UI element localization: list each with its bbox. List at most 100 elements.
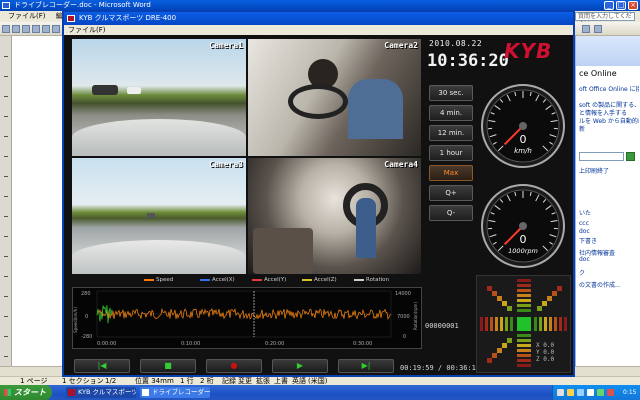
vertical-ruler	[0, 36, 12, 366]
system-tray: 0:15	[552, 385, 640, 400]
g-sensor-display: X 0.0 Y 0.0 Z 0.0	[476, 275, 571, 373]
pane-search-input[interactable]	[579, 152, 624, 161]
g-readout: X 0.0 Y 0.0 Z 0.0	[536, 342, 564, 370]
frame-counter: 00000001	[425, 322, 459, 330]
g-readout-z: Z 0.0	[536, 356, 555, 363]
stop-button[interactable]: ■	[140, 359, 196, 373]
new-document-icon[interactable]	[2, 25, 10, 33]
word-doc-icon	[142, 389, 149, 396]
start-button[interactable]: スタート	[0, 385, 52, 400]
open-icon[interactable]	[12, 25, 20, 33]
taskbar: スタート KYB クルマスポーツ DRE-... ドライブレコーダー.doc -…	[0, 385, 640, 400]
spelling-icon[interactable]	[52, 25, 60, 33]
g-readout-x: X 0.0	[536, 342, 555, 349]
word-app-icon	[2, 2, 10, 9]
rpm-unit: 1000rpm	[508, 247, 538, 255]
y-right-label: Rotation(rpm)	[413, 302, 418, 330]
app-menu-file[interactable]: ファイル(F)	[68, 26, 106, 34]
x-tick: 0:20:00	[265, 341, 284, 347]
range-1hour-button[interactable]: 1 hour	[429, 145, 473, 161]
g-center-indicator	[517, 317, 531, 331]
taskbar-button-label: KYB クルマスポーツ DRE-...	[78, 388, 136, 396]
pane-list-item[interactable]: ccc	[579, 220, 639, 227]
document-page[interactable]	[12, 36, 64, 366]
save-icon[interactable]	[22, 25, 30, 33]
previous-button[interactable]: |◀	[74, 359, 130, 373]
maximize-button[interactable]: □	[616, 1, 626, 10]
task-pane-title: ce Online	[579, 69, 617, 78]
kyb-app-window: KYB クルマスポーツ DRE-400 ファイル(F) Camera1 Came…	[62, 10, 575, 377]
speed-value: 0	[520, 133, 527, 146]
app-title-text: KYB クルマスポーツ DRE-400	[79, 14, 177, 22]
help-search-input[interactable]: 質問を入力してください	[575, 12, 635, 28]
recording-time: 10:36:20	[427, 51, 509, 71]
pane-list-item[interactable]: ク	[579, 268, 639, 277]
legend-rotation: Rotation	[354, 277, 389, 283]
range-4min-button[interactable]: 4 min.	[429, 105, 473, 121]
camera4-label: Camera4	[384, 160, 418, 169]
pane-list-item[interactable]: doc	[579, 228, 639, 235]
sensor-graph[interactable]: 280 0 -280 Speed(km/h) 14000 7000 0 Rota…	[72, 287, 422, 349]
range-12min-button[interactable]: 12 min.	[429, 125, 473, 141]
pane-list-item[interactable]: いた	[579, 208, 639, 217]
security-icon[interactable]	[597, 389, 604, 396]
legend-accel-y: Accel(Y)	[252, 277, 286, 283]
legend-accel-x: Accel(X)	[200, 277, 235, 283]
zoom-icon[interactable]	[582, 25, 590, 33]
word-title-text: ドライブレコーダー.doc - Microsoft Word	[14, 1, 151, 9]
language-icon[interactable]	[557, 389, 564, 396]
taskbar-button-word[interactable]: ドライブレコーダー.doc - ...	[140, 387, 210, 398]
range-30sec-button[interactable]: 30 sec.	[429, 85, 473, 101]
pane-list-item[interactable]: 下書き	[579, 236, 639, 245]
minimize-button[interactable]: _	[604, 1, 614, 10]
network-icon[interactable]	[577, 389, 584, 396]
pane-list-item[interactable]: の文書の作成...	[579, 280, 639, 289]
taskbar-button-kyb[interactable]: KYB クルマスポーツ DRE-...	[66, 387, 136, 398]
camera2-label: Camera2	[384, 41, 418, 50]
app-menubar: ファイル(F)	[64, 25, 573, 35]
speed-unit: km/h	[514, 147, 532, 155]
camera2-view[interactable]: Camera2	[248, 39, 421, 156]
update-icon[interactable]	[607, 389, 614, 396]
camera1-label: Camera1	[209, 41, 243, 50]
speedometer-gauge: 0 km/h	[481, 84, 565, 168]
x-tick: 0:00:00	[97, 341, 116, 347]
windows-flag-icon	[4, 389, 11, 396]
pane-list-item[interactable]: doc	[579, 256, 639, 263]
camera1-view[interactable]: Camera1	[72, 39, 246, 156]
y-left-label: Speed(km/h)	[73, 307, 78, 333]
pane-line: 新	[579, 126, 586, 133]
camera4-view[interactable]: Camera4	[248, 158, 421, 274]
x-tick: 0:30:00	[353, 341, 372, 347]
legend-accel-z: Accel(Z)	[302, 277, 337, 283]
kyb-logo: KYB	[504, 39, 553, 63]
y-left-tick: 280	[81, 291, 91, 297]
range-max-button[interactable]: Max	[429, 165, 473, 181]
app-body: Camera1 Camera2 Camera3 Camera4 2010.08.…	[64, 35, 573, 375]
ime-icon[interactable]	[567, 389, 574, 396]
g-readout-y: Y 0.0	[536, 349, 555, 356]
volume-icon[interactable]	[587, 389, 594, 396]
pane-search-go-icon[interactable]	[626, 152, 635, 161]
play-button[interactable]: ▶	[272, 359, 328, 373]
y-left-tick: -280	[81, 334, 92, 340]
task-pane: ce Online oft Office Online に接続 soft の製品…	[575, 36, 640, 366]
pane-list-item[interactable]: 上印刷終了	[579, 166, 639, 175]
record-button[interactable]: ●	[206, 359, 262, 373]
recording-date: 2010.08.22	[429, 39, 483, 48]
taskbar-button-label: ドライブレコーダー.doc - ...	[152, 388, 210, 396]
zoom-in-button[interactable]: Q+	[429, 185, 473, 201]
start-label: スタート	[14, 388, 46, 397]
zoom-out-button[interactable]: Q-	[429, 205, 473, 221]
rpm-value: 0	[520, 233, 527, 246]
print-icon[interactable]	[32, 25, 40, 33]
y-right-tick: 14000	[395, 291, 411, 297]
camera3-view[interactable]: Camera3	[72, 158, 246, 274]
preview-icon[interactable]	[42, 25, 50, 33]
word-menu-file[interactable]: ファイル(F)	[8, 12, 46, 20]
next-button[interactable]: ▶|	[338, 359, 394, 373]
legend-speed: Speed	[144, 277, 173, 283]
read-icon[interactable]	[594, 25, 602, 33]
pane-line[interactable]: oft Office Online に接続	[579, 84, 639, 93]
close-button[interactable]: ×	[628, 1, 638, 10]
